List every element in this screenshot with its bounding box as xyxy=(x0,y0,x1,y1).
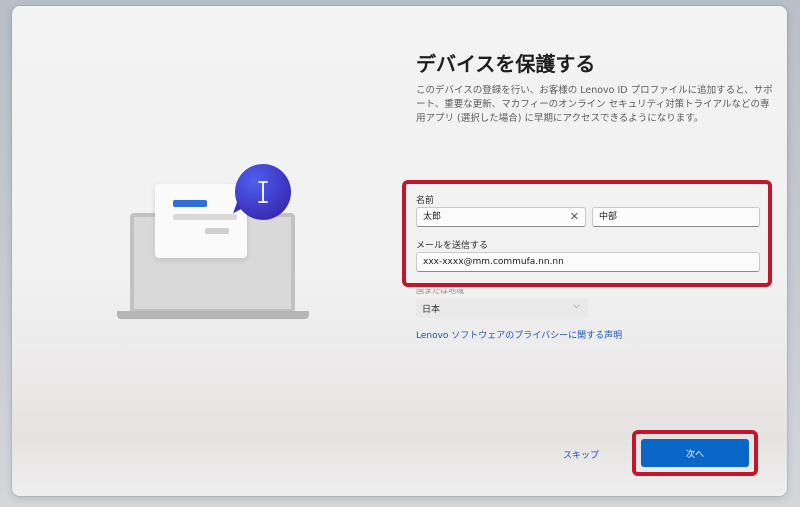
form-card-illustration xyxy=(155,184,247,258)
last-name-field[interactable]: 中部 xyxy=(592,207,760,227)
chevron-down-icon: ⌵ xyxy=(573,301,580,311)
region-select[interactable]: 日本 ⌵ xyxy=(416,298,588,318)
region-label: 国または地域 xyxy=(416,289,464,295)
email-value: xxx-xxxx@mm.commufa.nn.nn xyxy=(423,257,564,267)
device-illustration xyxy=(117,158,317,328)
first-name-field[interactable]: 太郎 ✕ xyxy=(416,207,586,227)
email-field[interactable]: xxx-xxxx@mm.commufa.nn.nn xyxy=(416,252,760,272)
first-name-value: 太郎 xyxy=(423,212,442,222)
card-bar-small xyxy=(205,228,229,234)
page-description: このデバイスの登録を行い、お客様の Lenovo ID プロファイルに追加すると… xyxy=(416,85,773,124)
highlight-box-next: 次へ xyxy=(632,430,758,476)
last-name-value: 中部 xyxy=(599,212,618,222)
card-bar-blue xyxy=(173,200,207,207)
page-title: デバイスを保護する xyxy=(416,52,596,76)
privacy-statement-link[interactable]: Lenovo ソフトウェアのプライバシーに関する声明 xyxy=(416,328,622,341)
region-value: 日本 xyxy=(422,305,441,315)
close-icon[interactable]: ✕ xyxy=(570,210,579,224)
setup-window: デバイスを保護する このデバイスの登録を行い、お客様の Lenovo ID プロ… xyxy=(12,6,787,496)
card-bar-gray xyxy=(173,214,237,220)
text-cursor-icon xyxy=(258,181,268,203)
skip-button[interactable]: スキップ xyxy=(563,448,599,461)
name-label: 名前 xyxy=(416,196,435,206)
next-button[interactable]: 次へ xyxy=(641,439,749,467)
email-label: メールを送信する xyxy=(416,241,489,251)
laptop-base-illustration xyxy=(117,311,309,319)
speech-bubble xyxy=(235,164,291,220)
